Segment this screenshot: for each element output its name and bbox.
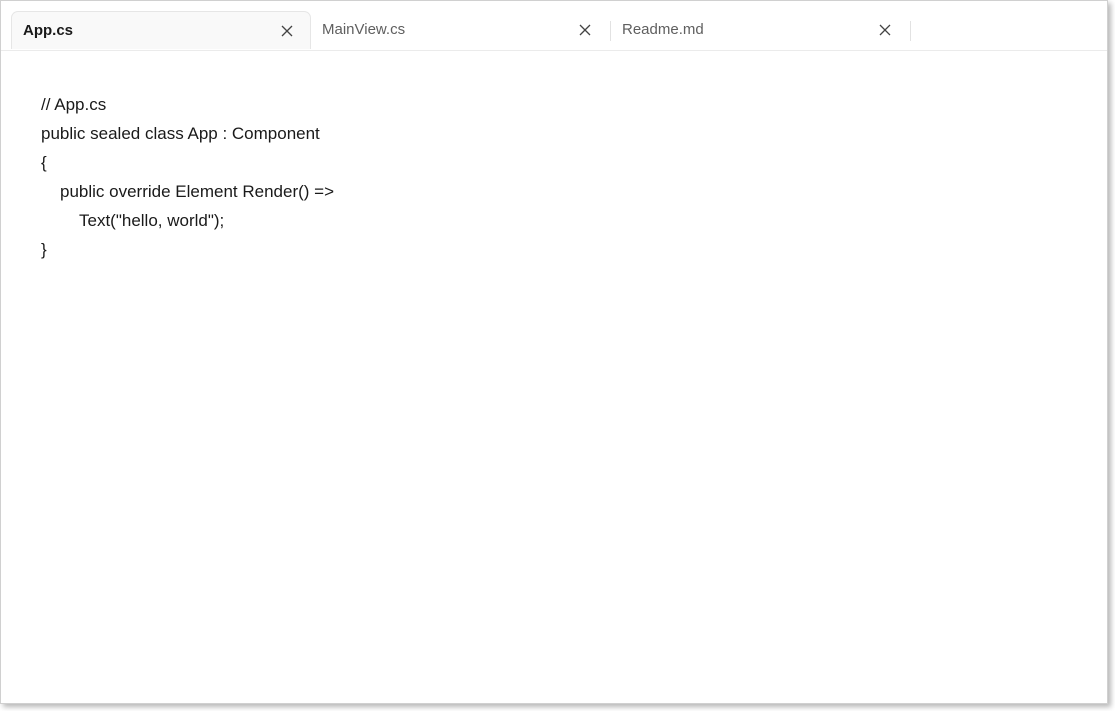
editor-window: App.cs MainView.cs Readme.md // App.cs p…	[0, 0, 1108, 704]
tab-bar: App.cs MainView.cs Readme.md	[1, 1, 1107, 51]
tab-mainview-cs[interactable]: MainView.cs	[311, 11, 611, 49]
code-line: public override Element Render() =>	[60, 182, 335, 201]
close-icon[interactable]	[578, 23, 592, 37]
code-line: public sealed class App : Component	[41, 124, 320, 143]
code-editor[interactable]: // App.cs public sealed class App : Comp…	[41, 90, 334, 264]
tab-readme-md[interactable]: Readme.md	[611, 11, 911, 49]
tab-divider	[910, 21, 911, 41]
close-icon[interactable]	[878, 23, 892, 37]
tab-app-cs[interactable]: App.cs	[11, 11, 311, 49]
code-line: {	[41, 153, 47, 172]
tab-label: Readme.md	[622, 21, 704, 38]
code-line: Text("hello, world");	[79, 211, 225, 230]
close-icon[interactable]	[280, 24, 294, 38]
tab-label: App.cs	[23, 22, 74, 39]
code-line: // App.cs	[41, 95, 107, 114]
tab-label: MainView.cs	[322, 21, 406, 38]
code-line: }	[41, 240, 47, 259]
